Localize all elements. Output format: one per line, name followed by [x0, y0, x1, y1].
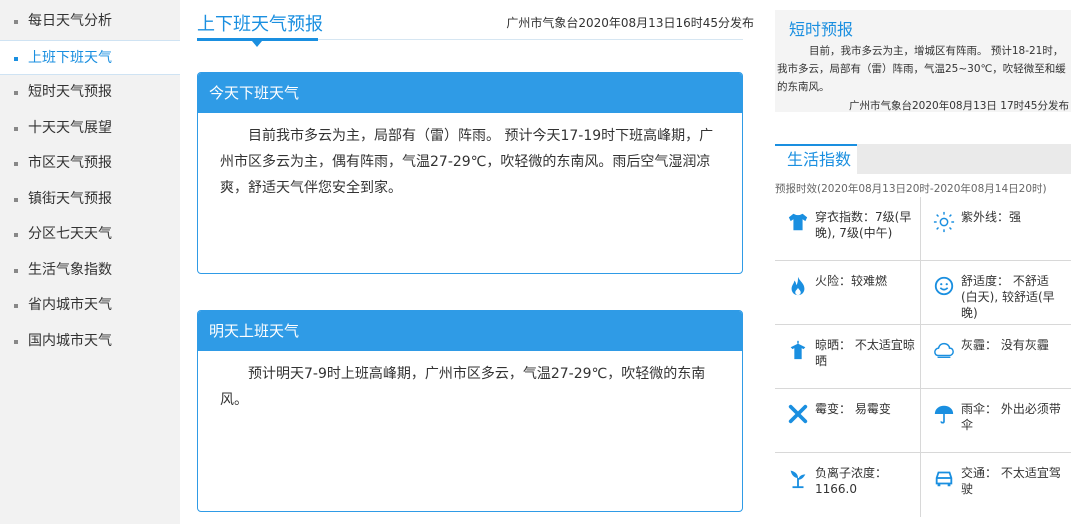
life-index-text: 紫外线：强 [961, 210, 1022, 224]
bullet-icon [14, 126, 18, 131]
divider [920, 197, 921, 517]
sidebar-item-province-cities[interactable]: 省内城市天气 [0, 288, 180, 324]
life-index-text: 穿衣指数：7级(早晚), 7级(中午) [815, 210, 912, 240]
sidebar-item-urban[interactable]: 市区天气预报 [0, 146, 180, 182]
bullet-icon [14, 162, 18, 166]
publish-source: 广州市气象台2020年08月13日16时45分发布 [506, 16, 754, 30]
tomorrow-commute-card: 明天上班天气 预计明天7-9时上班高峰期，广州市区多云，气温27-29℃，吹轻微… [197, 310, 743, 512]
sidebar-item-label: 短时天气预报 [28, 84, 112, 100]
right-panel: 短时预报 目前，我市多云为主，增城区有阵雨。 预计18-21时，我市多云，局部有… [775, 0, 1071, 524]
today-commute-card: 今天下班天气 目前我市多云为主，局部有（雷）阵雨。 预计今天17-19时下班高峰… [197, 72, 743, 274]
sidebar-item-label: 十天天气展望 [28, 119, 112, 136]
life-index-item: 穿衣指数：7级(早晚), 7级(中午) [775, 197, 921, 261]
sidebar-item-ten-day[interactable]: 十天天气展望 [0, 111, 180, 147]
title-arrow-icon [252, 41, 262, 47]
life-index-text: 晾晒： 不太适宜晾晒 [815, 338, 915, 368]
sidebar-item-daily-analysis[interactable]: 每日天气分析 [0, 4, 180, 40]
sidebar-item-commute[interactable]: 上班下班天气 [0, 39, 180, 75]
life-index-tabs: 生活指数 [775, 144, 1071, 174]
page-title: 上下班天气预报 [197, 14, 323, 35]
short-forecast-title: 短时预报 [789, 20, 854, 39]
tab-life-index[interactable]: 生活指数 [775, 144, 857, 174]
life-index-item: 交通： 不太适宜驾驶 [921, 453, 1067, 517]
umbrella-icon [934, 405, 954, 424]
sidebar-item-label: 省内城市天气 [28, 297, 112, 313]
life-index-item: 晾晒： 不太适宜晾晒 [775, 325, 921, 389]
sidebar-item-life-index[interactable]: 生活气象指数 [0, 253, 180, 289]
card-text: 预计明天7-9时上班高峰期，广州市区多云，气温27-29℃，吹轻微的东南风。 [220, 366, 706, 408]
sidebar-item-district-seven-day[interactable]: 分区七天天气 [0, 217, 180, 253]
sidebar-item-label: 国内城市天气 [28, 332, 112, 349]
life-index-text: 火险：较难燃 [815, 274, 888, 288]
life-index-item: 雨伞： 外出必须带伞 [921, 389, 1067, 453]
shirt-icon [788, 213, 808, 231]
life-index-text: 霉变： 易霉变 [815, 402, 891, 416]
short-forecast-source: 广州市气象台2020年08月13日 17时45分发布 [848, 100, 1069, 112]
cloud-icon [934, 342, 954, 358]
life-index-text: 雨伞： 外出必须带伞 [961, 402, 1061, 432]
life-index-period: 预报时效(2020年08月13日20时-2020年08月14日20时) [775, 183, 1047, 195]
sidebar-item-town[interactable]: 镇街天气预报 [0, 182, 180, 218]
card-text: 目前我市多云为主，局部有（雷）阵雨。 预计今天17-19时下班高峰期，广州市区多… [220, 128, 714, 196]
main-header: 上下班天气预报 广州市气象台2020年08月13日16时45分发布 [197, 0, 754, 47]
bullet-icon [14, 56, 18, 61]
life-index-item: 灰霾： 没有灰霾 [921, 325, 1067, 389]
bullet-icon [14, 91, 18, 95]
tab-bar-filler [857, 144, 1071, 174]
life-index-text: 交通： 不太适宜驾驶 [961, 466, 1061, 496]
sidebar-item-label: 镇街天气预报 [28, 190, 112, 207]
sidebar-item-label: 市区天气预报 [28, 155, 112, 171]
cross-icon [788, 404, 808, 424]
short-forecast-text: 目前，我市多云为主，增城区有阵雨。 预计18-21时，我市多云，局部有（雷）阵雨… [777, 45, 1066, 93]
bullet-icon [14, 20, 18, 24]
short-forecast-box: 短时预报 目前，我市多云为主，增城区有阵雨。 预计18-21时，我市多云，局部有… [775, 10, 1071, 112]
sidebar-item-national-cities[interactable]: 国内城市天气 [0, 324, 180, 360]
sidebar-item-label: 上班下班天气 [28, 49, 112, 66]
plant-icon [790, 470, 806, 489]
bullet-icon [14, 339, 18, 344]
main-content: 上下班天气预报 广州市气象台2020年08月13日16时45分发布 今天下班天气… [197, 0, 754, 524]
card-heading: 明天上班天气 [198, 311, 742, 351]
life-index-item: 霉变： 易霉变 [775, 389, 921, 453]
card-heading: 今天下班天气 [198, 73, 742, 113]
car-icon [935, 471, 953, 487]
sun-icon [933, 211, 955, 233]
life-index-item: 紫外线：强 [921, 197, 1067, 261]
bullet-icon [14, 304, 18, 308]
bullet-icon [14, 197, 18, 202]
life-index-text: 负离子浓度：1166.0 [815, 466, 888, 496]
sidebar: 每日天气分析 上班下班天气 短时天气预报 十天天气展望 市区天气预报 镇街天气预… [0, 0, 180, 524]
life-index-item: 火险：较难燃 [775, 261, 921, 325]
sidebar-item-label: 分区七天天气 [28, 226, 112, 242]
life-index-item: 舒适度： 不舒适(白天), 较舒适(早晚) [921, 261, 1067, 325]
bullet-icon [14, 268, 18, 273]
life-index-text: 灰霾： 没有灰霾 [961, 338, 1049, 352]
sidebar-item-label: 每日天气分析 [28, 13, 112, 29]
hanger-icon [790, 340, 806, 360]
sidebar-item-label: 生活气象指数 [28, 261, 112, 278]
life-index-item: 负离子浓度：1166.0 [775, 453, 921, 517]
fire-icon [791, 276, 805, 296]
sidebar-item-short-term[interactable]: 短时天气预报 [0, 75, 180, 111]
life-index-text: 舒适度： 不舒适(白天), 较舒适(早晚) [961, 274, 1055, 320]
smile-icon [934, 276, 954, 296]
bullet-icon [14, 233, 18, 237]
